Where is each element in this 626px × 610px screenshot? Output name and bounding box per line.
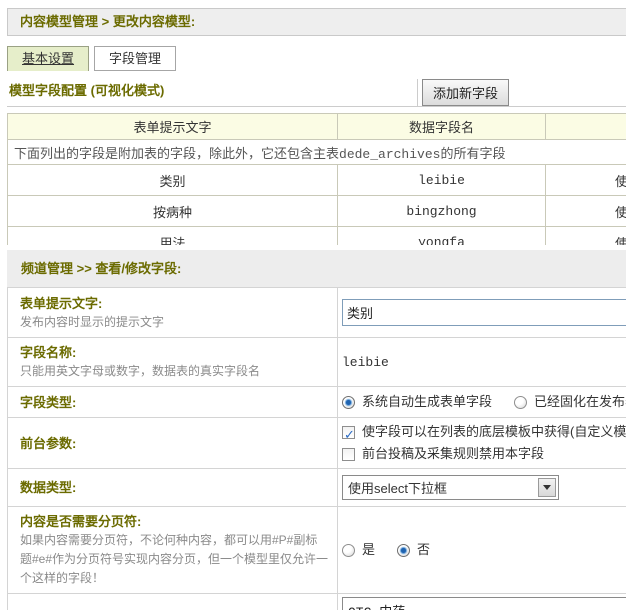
table-row: 用法 yongfa 使 [8, 227, 626, 246]
prompt-label-cell: 表单提示文字: 发布内容时显示的提示文字 [8, 288, 338, 338]
cell-fieldname: bingzhong [338, 196, 546, 227]
fieldtype-label-cell: 字段类型: [8, 387, 338, 418]
cell-extra[interactable]: 使 [546, 165, 626, 196]
form-row-fieldname: 字段名称: 只能用英文字母或数字，数据表的真实字段名 leibie [8, 338, 626, 387]
note-text: 下面列出的字段是附加表的字段，除此外，它还包含主表 [14, 146, 339, 161]
fieldtype-auto-radio[interactable] [342, 396, 355, 409]
table-row: 按病种 bingzhong 使 [8, 196, 626, 227]
frontparams-label-cell: 前台参数: [8, 418, 338, 469]
col-header-fieldname: 数据字段名 [338, 114, 546, 140]
chevron-down-icon[interactable] [538, 478, 556, 497]
prompt-input-cell [338, 288, 626, 338]
frontparams-label: 前台参数: [20, 434, 329, 453]
cell-prompt: 用法 [8, 227, 338, 246]
col-header-prompt: 表单提示文字 [8, 114, 338, 140]
fieldname-label: 字段名称: [20, 343, 329, 362]
datatype-select[interactable]: 使用select下拉框 [342, 475, 559, 500]
frontparams-options-cell: 使字段可以在列表的底层模板中获得(自定义模型有效) 前台投稿及采集规则禁用本字段 [338, 418, 626, 469]
cell-prompt: 类别 [8, 165, 338, 196]
pagebreak-no-radio[interactable] [397, 544, 410, 557]
fieldname-desc: 只能用英文字母或数字，数据表的真实字段名 [20, 362, 329, 381]
prompt-desc: 发布内容时显示的提示文字 [20, 313, 329, 332]
tab-bar: 基本设置 字段管理 [7, 46, 626, 71]
fieldtype-auto-label: 系统自动生成表单字段 [362, 391, 492, 413]
pagebreak-yes-label: 是 [362, 539, 375, 561]
form-row-fieldtype: 字段类型: 系统自动生成表单字段 已经固化在发布表单里的字段 [8, 387, 626, 418]
fields-table-note-row: 下面列出的字段是附加表的字段，除此外，它还包含主表dede_archives的所… [8, 140, 626, 165]
pagebreak-label: 内容是否需要分页符: [20, 512, 329, 531]
fieldname-label-cell: 字段名称: 只能用英文字母或数字，数据表的真实字段名 [8, 338, 338, 387]
tab-basic-settings[interactable]: 基本设置 [7, 46, 89, 71]
pagebreak-yes-radio[interactable] [342, 544, 355, 557]
cell-extra[interactable]: 使 [546, 196, 626, 227]
page: 内容模型管理 > 更改内容模型: 基本设置 字段管理 模型字段配置 (可视化模式… [0, 0, 626, 610]
col-header-extra [546, 114, 626, 140]
table-row: 类别 leibie 使 [8, 165, 626, 196]
section-title: 模型字段配置 (可视化模式) [7, 79, 418, 107]
disable-field-checkbox[interactable] [342, 448, 355, 461]
prompt-label: 表单提示文字: [20, 294, 329, 313]
cell-extra[interactable]: 使 [546, 227, 626, 246]
form-row-frontparams: 前台参数: 使字段可以在列表的底层模板中获得(自定义模型有效) 前台投稿及采集规… [8, 418, 626, 469]
form-row-prompt: 表单提示文字: 发布内容时显示的提示文字 [8, 288, 626, 338]
default-value-textarea[interactable]: OTC,中药 [342, 597, 626, 610]
datatype-label: 数据类型: [20, 478, 329, 497]
header-action-cell: 添加新字段 [418, 79, 509, 106]
fieldtype-options-cell: 系统自动生成表单字段 已经固化在发布表单里的字段 [338, 387, 626, 418]
pagebreak-no-label: 否 [417, 539, 430, 561]
prompt-input[interactable] [342, 299, 626, 326]
default-label-cell: 默认值: 如果定义数据类型为select、radio、checkbox时，此处填… [8, 594, 338, 610]
form-row-datatype: 数据类型: 使用select下拉框 [8, 469, 626, 507]
list-template-checkbox[interactable] [342, 426, 355, 439]
fieldtype-label: 字段类型: [20, 393, 329, 412]
form-row-default: 默认值: 如果定义数据类型为select、radio、checkbox时，此处填… [8, 594, 626, 610]
default-input-cell: OTC,中药 [338, 594, 626, 610]
form-row-pagebreak: 内容是否需要分页符: 如果内容需要分页符，不论何种内容，都可以用#P#副标题#e… [8, 507, 626, 594]
datatype-select-value: 使用select下拉框 [343, 478, 538, 497]
note-suffix: 的所有字段 [440, 146, 505, 161]
fieldtype-fixed-radio[interactable] [514, 396, 527, 409]
channel-manage-header: 频道管理 >> 查看/修改字段: [7, 250, 626, 287]
pagebreak-desc: 如果内容需要分页符，不论何种内容，都可以用#P#副标题#e#作为分页符号实现内容… [20, 531, 329, 588]
note-cell: 下面列出的字段是附加表的字段，除此外，它还包含主表dede_archives的所… [8, 140, 626, 165]
fieldtype-fixed-label: 已经固化在发布表单里的字段 [534, 391, 626, 413]
model-field-config-header: 模型字段配置 (可视化模式) 添加新字段 [7, 79, 626, 107]
datatype-label-cell: 数据类型: [8, 469, 338, 507]
field-edit-form: 表单提示文字: 发布内容时显示的提示文字 字段名称: 只能用英文字母或数字，数据… [7, 287, 626, 610]
fields-table-container: 表单提示文字 数据字段名 下面列出的字段是附加表的字段，除此外，它还包含主表de… [7, 113, 626, 245]
disable-field-label: 前台投稿及采集规则禁用本字段 [362, 443, 544, 465]
note-code: dede_archives [339, 147, 440, 162]
tab-field-management[interactable]: 字段管理 [94, 46, 176, 71]
add-new-field-button[interactable]: 添加新字段 [422, 79, 509, 106]
fields-table-header-row: 表单提示文字 数据字段名 [8, 114, 626, 140]
fields-table: 表单提示文字 数据字段名 下面列出的字段是附加表的字段，除此外，它还包含主表de… [7, 113, 626, 245]
cell-fieldname: yongfa [338, 227, 546, 246]
cell-fieldname: leibie [338, 165, 546, 196]
breadcrumb: 内容模型管理 > 更改内容模型: [7, 8, 626, 36]
datatype-select-cell: 使用select下拉框 [338, 469, 626, 507]
pagebreak-options-cell: 是 否 [338, 507, 626, 594]
pagebreak-label-cell: 内容是否需要分页符: 如果内容需要分页符，不论何种内容，都可以用#P#副标题#e… [8, 507, 338, 594]
fieldname-value: leibie [338, 338, 626, 387]
list-template-label: 使字段可以在列表的底层模板中获得(自定义模型有效) [362, 421, 626, 443]
cell-prompt: 按病种 [8, 196, 338, 227]
